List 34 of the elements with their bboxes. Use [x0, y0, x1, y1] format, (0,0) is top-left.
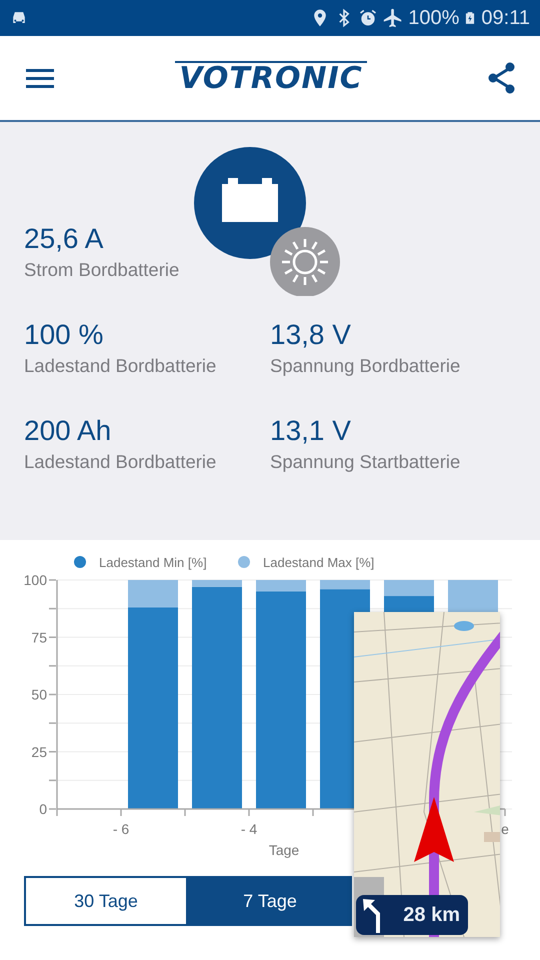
- airplane-icon: [382, 7, 404, 29]
- y-tick-label: 75: [31, 629, 47, 646]
- x-tick-label: - 4: [240, 821, 258, 837]
- legend-label: Ladestand Max [%]: [263, 555, 374, 570]
- x-tick-label: - 6: [112, 821, 130, 837]
- stat-value: 100 %: [24, 318, 104, 352]
- alarm-icon: [358, 8, 378, 28]
- stat-label: Spannung Bordbatterie: [270, 354, 462, 378]
- battery-percentage: 100%: [408, 6, 460, 31]
- legend-label: Ladestand Min [%]: [99, 555, 207, 570]
- y-tick-label: 25: [31, 744, 47, 760]
- battery-icon: [194, 147, 306, 259]
- stat-value: 13,8 V: [270, 318, 352, 352]
- stat-value: 25,6 A: [24, 222, 104, 256]
- stat-label: Ladestand Bordbatterie: [24, 450, 218, 474]
- y-tick-label: 50: [31, 686, 47, 702]
- menu-icon[interactable]: [26, 67, 54, 89]
- stat-label: Strom Bordbatterie: [24, 258, 180, 282]
- y-tick-label: 0: [39, 801, 47, 817]
- stat-label: Spannung Startbatterie: [270, 450, 462, 474]
- x-tick-label: e: [501, 821, 509, 837]
- clock-time: 09:11: [481, 6, 530, 31]
- distance-text: 28 km: [403, 903, 460, 928]
- range-tab[interactable]: 7 Tage: [188, 876, 352, 926]
- bar: [384, 580, 434, 596]
- share-icon[interactable]: [488, 62, 516, 94]
- stat-value: 13,1 V: [270, 414, 352, 448]
- y-tick-label: 100: [24, 572, 47, 588]
- range-tab[interactable]: 30 Tage: [24, 876, 188, 926]
- sun-icon: [270, 227, 340, 296]
- x-axis-title: Tage: [268, 842, 300, 858]
- app-logo: VOTRONIC: [175, 61, 367, 95]
- stat-value: 200 Ah: [24, 414, 112, 448]
- stat-label: Ladestand Bordbatterie: [24, 354, 218, 378]
